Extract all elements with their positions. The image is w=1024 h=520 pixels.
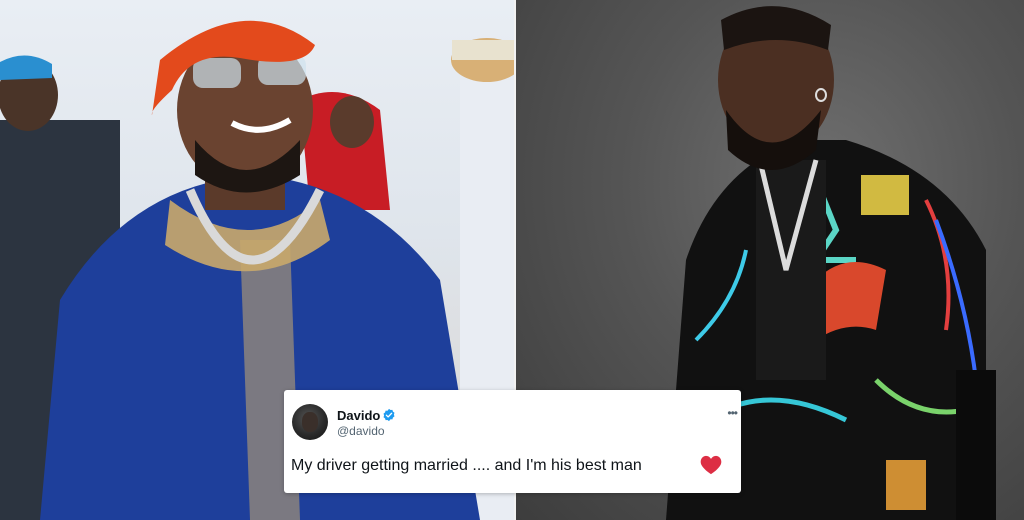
heart-icon [700, 455, 722, 475]
handle[interactable]: @davido [337, 424, 385, 438]
avatar-face [302, 412, 318, 432]
tweet-text: My driver getting married .... and I'm h… [291, 457, 642, 474]
avatar[interactable] [292, 404, 328, 440]
display-name[interactable]: Davido [337, 408, 380, 423]
verified-badge-icon [383, 408, 395, 422]
tweet-card: Davido @davido ••• My driver getting mar… [284, 390, 741, 493]
more-options-icon[interactable]: ••• [727, 406, 738, 420]
